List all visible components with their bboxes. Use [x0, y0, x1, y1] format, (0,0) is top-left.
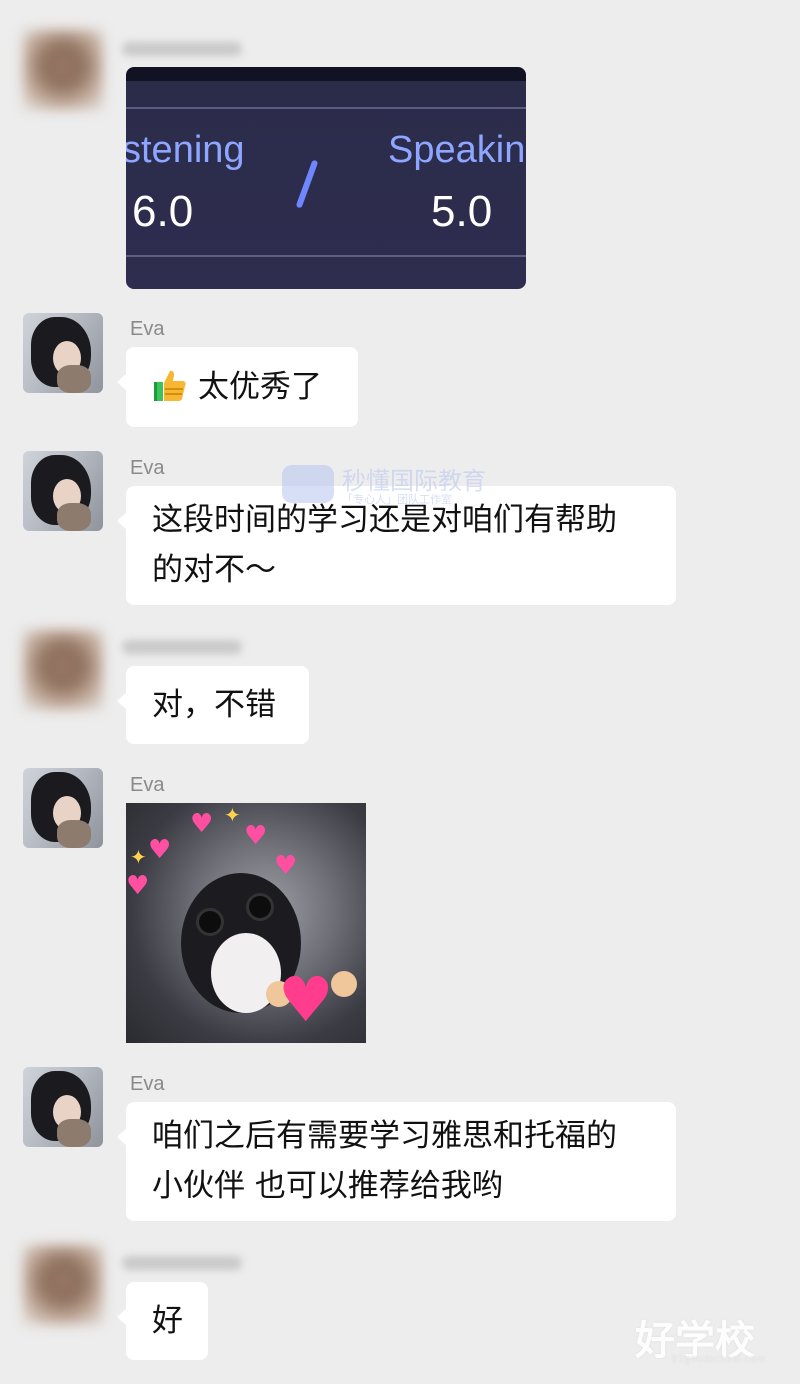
heart-icon: ♥ — [190, 809, 214, 839]
message-text: 太优秀了 — [198, 369, 322, 405]
listening-score: 6.0 — [132, 187, 194, 236]
sender-name-blurred — [122, 42, 242, 56]
avatar-eva[interactable] — [23, 313, 103, 393]
heart-icon: ♥ — [244, 821, 268, 851]
cat-logo-icon — [282, 465, 334, 503]
message-bubble[interactable]: 好 — [117, 1282, 208, 1360]
sender-name-blurred — [122, 640, 242, 654]
avatar[interactable] — [23, 30, 103, 110]
sender-name-blurred — [122, 1256, 242, 1270]
score-screenshot-image[interactable]: stening 6.0 Speakin 5.0 — [126, 67, 526, 289]
message-text: 好 — [152, 1303, 183, 1339]
avatar[interactable] — [23, 630, 103, 710]
sender-name: Eva — [130, 457, 165, 479]
message-bubble[interactable]: 咱们之后有需要学习雅思和托福的 小伙伴 也可以推荐给我哟 — [117, 1102, 676, 1221]
divider — [126, 107, 526, 109]
message-text: 对，不错 — [152, 687, 276, 723]
sender-name: Eva — [130, 1073, 165, 1095]
message-line: 咱们之后有需要学习雅思和托福的 — [152, 1118, 617, 1154]
watermark-corner: 好学校 91goodschool.com — [635, 1318, 766, 1365]
message-bubble[interactable]: 太优秀了 — [117, 347, 358, 427]
message-line: 小伙伴 也可以推荐给我哟 — [152, 1168, 503, 1204]
sparkle-icon: ✦ — [224, 803, 241, 827]
message-line: 的对不～ — [152, 552, 276, 588]
avatar-eva[interactable] — [23, 768, 103, 848]
sender-name: Eva — [130, 318, 165, 340]
heart-icon: ♥ — [126, 871, 150, 901]
sender-name: Eva — [130, 774, 165, 796]
message-bubble[interactable]: 对，不错 — [117, 666, 309, 744]
speaking-score: 5.0 — [431, 187, 493, 236]
speaking-label: Speakin — [388, 129, 526, 171]
sparkle-icon: ✦ — [130, 845, 147, 869]
heart-icon: ♥ — [274, 851, 298, 881]
listening-label: stening — [126, 129, 245, 171]
kitten-hearts-sticker[interactable]: ♥ ♥ ♥ ♥ ♥ ✦ ✦ ♥ — [126, 803, 366, 1043]
slash-divider — [295, 159, 319, 209]
divider — [126, 255, 526, 257]
heart-icon: ♥ — [148, 835, 172, 865]
avatar-eva[interactable] — [23, 451, 103, 531]
avatar-eva[interactable] — [23, 1067, 103, 1147]
thumbs-up-icon — [154, 370, 186, 401]
big-heart-icon: ♥ — [278, 963, 334, 1036]
avatar[interactable] — [23, 1245, 103, 1325]
